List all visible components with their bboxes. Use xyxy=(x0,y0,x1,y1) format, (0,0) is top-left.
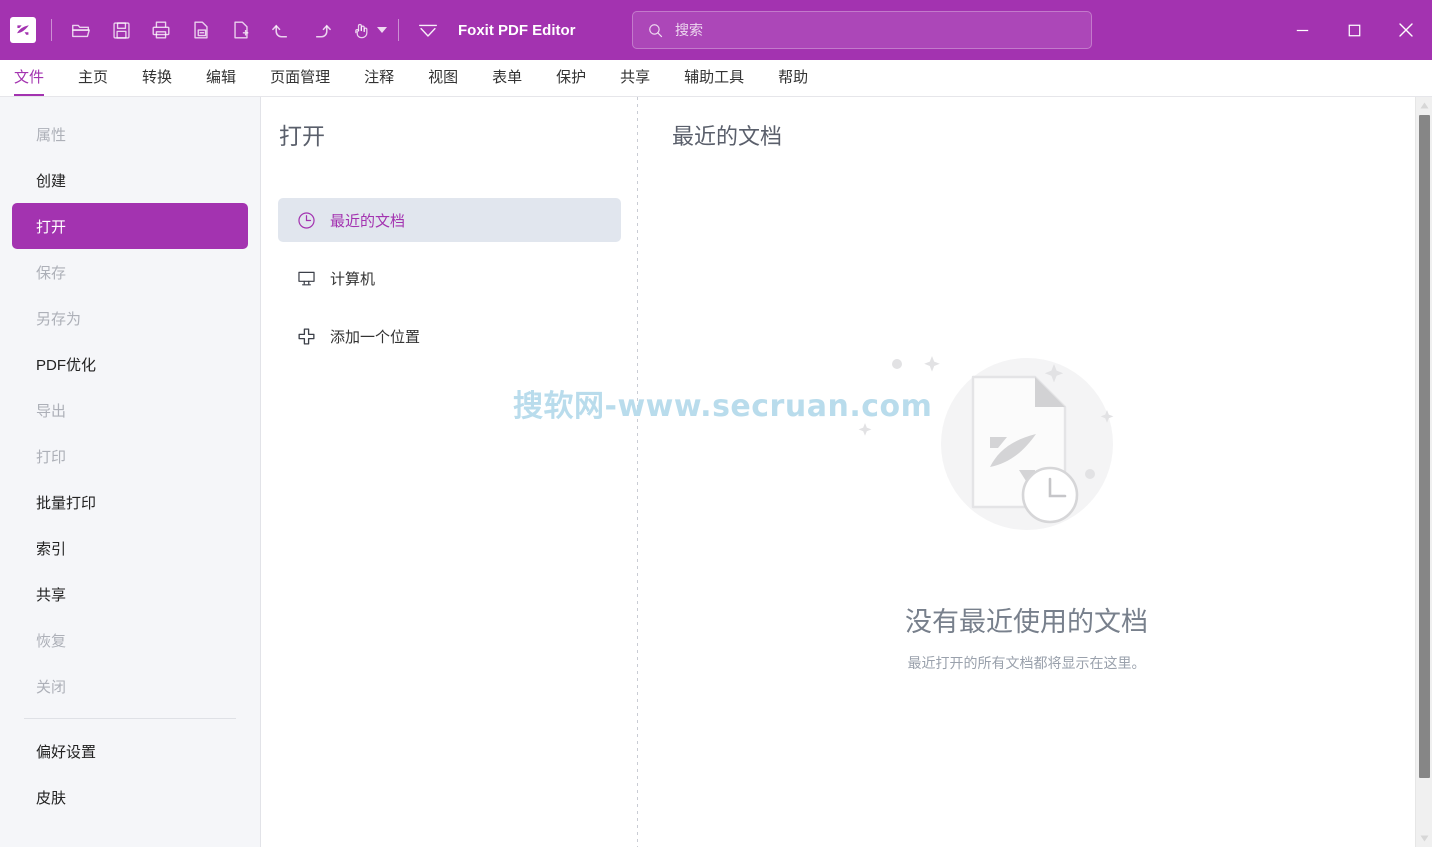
scroll-up-arrow-icon[interactable] xyxy=(1416,97,1432,114)
sidebar-item-batch-print[interactable]: 批量打印 xyxy=(12,479,248,525)
sidebar-divider xyxy=(24,718,236,719)
redo-icon[interactable] xyxy=(301,10,341,50)
document-properties-icon[interactable] xyxy=(181,10,221,50)
menu-item-view[interactable]: 视图 xyxy=(428,66,458,96)
computer-icon xyxy=(298,271,315,285)
sidebar-item-save-as[interactable]: 另存为 xyxy=(12,295,248,341)
foxit-logo-icon[interactable] xyxy=(10,17,36,43)
close-button[interactable] xyxy=(1380,0,1432,60)
sidebar-item-save[interactable]: 保存 xyxy=(12,249,248,295)
empty-state-heading: 没有最近使用的文档 xyxy=(905,607,1148,637)
sidebar-item-skin[interactable]: 皮肤 xyxy=(12,774,248,820)
search-placeholder: 搜索 xyxy=(675,22,703,38)
menu-item-home[interactable]: 主页 xyxy=(78,66,108,96)
menu-item-file[interactable]: 文件 xyxy=(14,66,45,96)
hand-tool-icon[interactable] xyxy=(341,10,381,50)
new-document-icon[interactable] xyxy=(221,10,261,50)
sidebar-item-restore[interactable]: 恢复 xyxy=(12,617,248,663)
open-file-icon[interactable] xyxy=(61,10,101,50)
menu-item-share[interactable]: 共享 xyxy=(620,66,650,96)
toolbar-separator-1 xyxy=(51,19,52,41)
toolbar-separator-2 xyxy=(398,19,399,41)
open-source-computer[interactable]: 计算机 xyxy=(278,256,621,300)
empty-state-subtext: 最近打开的所有文档都将显示在这里。 xyxy=(907,655,1146,671)
window-controls xyxy=(1276,0,1432,60)
file-sidebar: 属性 创建 打开 保存 另存为 PDF优化 导出 打印 批量打印 索引 共享 恢… xyxy=(0,97,261,847)
menu-item-comment[interactable]: 注释 xyxy=(364,66,394,96)
undo-icon[interactable] xyxy=(261,10,301,50)
open-source-label: 添加一个位置 xyxy=(330,328,421,346)
open-panel: 打开 最近的文档 计算机 添加一个位置 xyxy=(262,97,638,847)
menu-item-edit[interactable]: 编辑 xyxy=(206,66,236,96)
minimize-button[interactable] xyxy=(1276,0,1328,60)
sidebar-item-index[interactable]: 索引 xyxy=(12,525,248,571)
sidebar-item-preferences[interactable]: 偏好设置 xyxy=(12,728,248,774)
menu-item-page-manage[interactable]: 页面管理 xyxy=(270,66,330,96)
sidebar-item-properties[interactable]: 属性 xyxy=(12,111,248,157)
open-source-label: 最近的文档 xyxy=(330,212,406,230)
sidebar-item-pdf-optimize[interactable]: PDF优化 xyxy=(12,341,248,387)
search-icon xyxy=(649,23,663,37)
maximize-button[interactable] xyxy=(1328,0,1380,60)
recent-document-clock-illustration xyxy=(857,322,1197,592)
open-source-recent-documents[interactable]: 最近的文档 xyxy=(278,198,621,242)
save-icon[interactable] xyxy=(101,10,141,50)
menu-item-accessibility[interactable]: 辅助工具 xyxy=(684,66,744,96)
plus-icon xyxy=(298,327,315,345)
open-panel-title: 打开 xyxy=(279,123,325,149)
sidebar-item-close[interactable]: 关闭 xyxy=(12,663,248,709)
recent-documents-panel: 最近的文档 没有最近使用的文档 最近打开的所有文档都将显示在这里。 xyxy=(638,97,1415,847)
menu-item-form[interactable]: 表单 xyxy=(492,66,522,96)
title-bar: Foxit PDF Editor 搜索 xyxy=(0,0,1432,60)
sidebar-item-share[interactable]: 共享 xyxy=(12,571,248,617)
search-input[interactable]: 搜索 xyxy=(632,11,1092,49)
scroll-down-arrow-icon[interactable] xyxy=(1416,830,1432,847)
vertical-scrollbar[interactable] xyxy=(1415,97,1432,847)
scrollbar-thumb[interactable] xyxy=(1419,115,1430,778)
sidebar-item-open[interactable]: 打开 xyxy=(12,203,248,249)
open-source-label: 计算机 xyxy=(330,270,376,288)
open-source-add-a-place[interactable]: 添加一个位置 xyxy=(278,314,621,358)
menu-item-help[interactable]: 帮助 xyxy=(778,66,808,96)
sidebar-item-export[interactable]: 导出 xyxy=(12,387,248,433)
print-icon[interactable] xyxy=(141,10,181,50)
menu-item-convert[interactable]: 转换 xyxy=(142,66,172,96)
watermark-text: 搜软网-www.secruan.com xyxy=(513,389,933,424)
customize-toolbar-icon[interactable] xyxy=(408,10,448,50)
sidebar-item-print[interactable]: 打印 xyxy=(12,433,248,479)
recent-documents-title: 最近的文档 xyxy=(672,124,783,149)
clock-icon xyxy=(298,211,315,229)
empty-state: 没有最近使用的文档 最近打开的所有文档都将显示在这里。 xyxy=(638,322,1415,673)
app-title: Foxit PDF Editor xyxy=(458,21,576,39)
hand-tool-dropdown-icon[interactable] xyxy=(377,27,387,33)
sidebar-item-create[interactable]: 创建 xyxy=(12,157,248,203)
open-source-list: 最近的文档 计算机 添加一个位置 xyxy=(262,198,637,358)
menu-bar: 文件 主页 转换 编辑 页面管理 注释 视图 表单 保护 共享 辅助工具 帮助 xyxy=(0,60,1432,97)
menu-item-protect[interactable]: 保护 xyxy=(556,66,586,96)
